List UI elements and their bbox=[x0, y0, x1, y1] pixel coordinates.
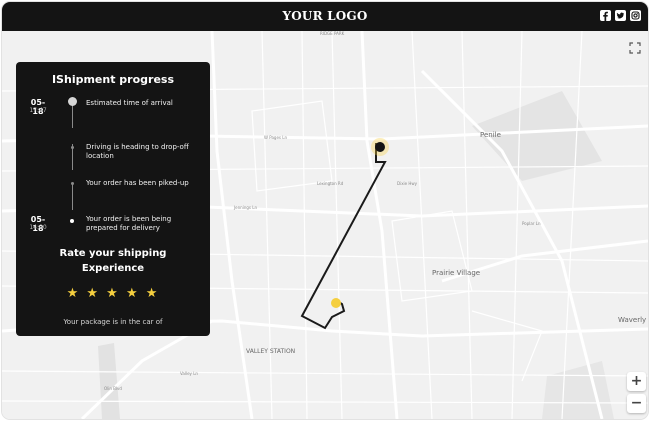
rating-title: Rate your shipping Experience bbox=[16, 246, 210, 276]
twitter-icon[interactable] bbox=[615, 10, 626, 21]
street-label: Dixie Hwy bbox=[397, 181, 418, 186]
place-label: VALLEY STATION bbox=[246, 348, 296, 355]
top-bar: YOUR LOGO bbox=[2, 2, 648, 31]
fullscreen-icon[interactable] bbox=[628, 40, 642, 54]
place-label: Penile bbox=[480, 131, 501, 139]
star-rating[interactable]: ★ ★ ★ ★ ★ bbox=[16, 286, 210, 301]
status-note: Your package is in the car of bbox=[63, 318, 163, 326]
star-icon[interactable]: ★ bbox=[106, 286, 120, 301]
timeline-dot bbox=[71, 146, 74, 149]
place-label: Waverly Park bbox=[618, 316, 648, 324]
star-icon[interactable]: ★ bbox=[146, 286, 160, 301]
step-time: 17:47 bbox=[29, 107, 47, 114]
panel-title: IShipment progress bbox=[51, 73, 175, 86]
rating-title-line1: Rate your shipping bbox=[59, 248, 167, 259]
destination-marker bbox=[375, 142, 385, 152]
star-icon[interactable]: ★ bbox=[86, 286, 100, 301]
shipment-panel: IShipment progress 05-18 17:47 Estimated… bbox=[16, 62, 210, 336]
timeline-rail bbox=[72, 184, 73, 210]
step-text: Your order is been being prepared for de… bbox=[86, 215, 172, 232]
step-text: Driving is heading to drop-off location bbox=[86, 143, 189, 160]
courier-marker bbox=[331, 298, 341, 308]
timeline-dot bbox=[71, 182, 74, 185]
instagram-icon[interactable] bbox=[630, 10, 641, 21]
zoom-in-button[interactable]: + bbox=[627, 372, 646, 391]
step-text: Estimated time of arrival bbox=[86, 99, 173, 107]
rating-title-line2: Experience bbox=[81, 263, 145, 274]
tracking-widget: YOUR LOGO RIDGE PARK W Pages Ln Jennings… bbox=[2, 2, 648, 419]
timeline-dot bbox=[68, 97, 77, 106]
star-icon[interactable]: ★ bbox=[126, 286, 140, 301]
timeline-dot bbox=[70, 219, 74, 223]
logo[interactable]: YOUR LOGO bbox=[2, 9, 648, 23]
place-label: Prairie Village bbox=[432, 269, 481, 277]
street-label: Jennings Ln bbox=[234, 205, 258, 210]
step-time: 14:00 bbox=[29, 224, 47, 231]
star-icon[interactable]: ★ bbox=[67, 286, 81, 301]
facebook-icon[interactable] bbox=[600, 10, 611, 21]
zoom-out-button[interactable]: − bbox=[627, 394, 646, 413]
street-label: Olin Blvd bbox=[104, 386, 122, 391]
street-label: Valley Ln bbox=[180, 371, 198, 376]
map-label-top: RIDGE PARK bbox=[320, 31, 345, 36]
street-label: W Pages Ln bbox=[264, 135, 288, 140]
street-label: Lexington Rd bbox=[317, 181, 344, 186]
street-label: Poplar Ln bbox=[522, 221, 541, 226]
step-text: Your order has been piked-up bbox=[86, 179, 189, 187]
